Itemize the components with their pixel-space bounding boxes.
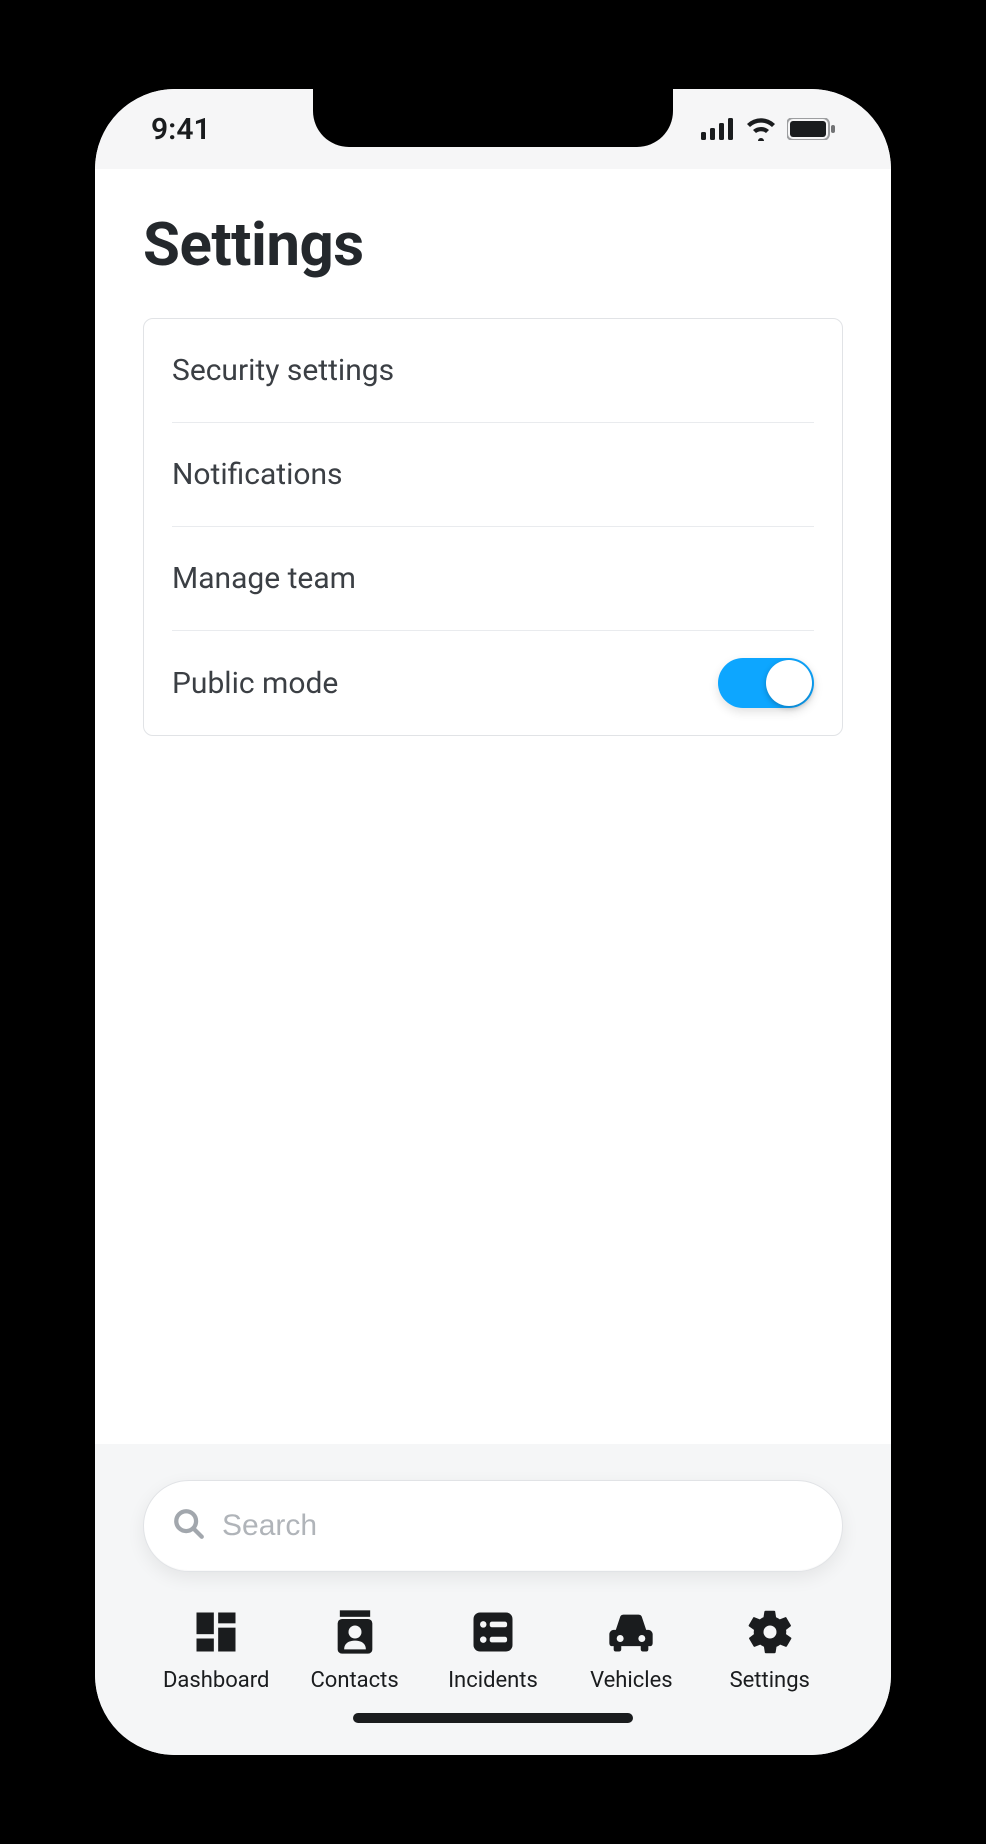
tab-label: Contacts [310,1668,398,1693]
public-mode-toggle[interactable] [718,658,814,708]
status-indicators [701,117,835,141]
tab-label: Vehicles [590,1668,673,1693]
row-label: Security settings [172,353,394,388]
row-label: Public mode [172,666,338,701]
status-time: 9:41 [151,112,211,147]
page-title: Settings [143,209,843,280]
tab-dashboard[interactable]: Dashboard [147,1606,285,1693]
tab-incidents[interactable]: Incidents [424,1606,562,1693]
contacts-icon [329,1606,381,1658]
public-mode-row[interactable]: Public mode [172,631,814,735]
dashboard-icon [190,1606,242,1658]
tab-settings[interactable]: Settings [701,1606,839,1693]
manage-team-row[interactable]: Manage team [172,527,814,631]
row-label: Notifications [172,457,343,492]
settings-icon [744,1606,796,1658]
toggle-knob [766,660,812,706]
settings-card: Security settings Notifications Manage t… [143,318,843,736]
content-area: Settings Security settings Notifications… [95,169,891,1444]
tab-bar: Dashboard Contacts Incidents Vehicles [143,1606,843,1713]
incidents-icon [467,1606,519,1658]
row-label: Manage team [172,561,356,596]
security-settings-row[interactable]: Security settings [172,319,814,423]
cellular-icon [701,118,735,140]
wifi-icon [745,117,777,141]
bottom-area: Dashboard Contacts Incidents Vehicles [95,1444,891,1755]
notch [313,89,673,147]
home-indicator[interactable] [353,1713,633,1723]
search-input[interactable] [222,1509,814,1543]
tab-contacts[interactable]: Contacts [285,1606,423,1693]
search-field-wrap[interactable] [143,1480,843,1572]
phone-frame: 9:41 Settings Security settings Notifica… [95,89,891,1755]
tab-vehicles[interactable]: Vehicles [562,1606,700,1693]
tab-label: Incidents [448,1668,538,1693]
battery-icon [787,118,835,140]
tab-label: Settings [730,1668,810,1693]
search-icon [172,1507,206,1545]
notifications-row[interactable]: Notifications [172,423,814,527]
tab-label: Dashboard [163,1668,269,1693]
vehicles-icon [605,1606,657,1658]
